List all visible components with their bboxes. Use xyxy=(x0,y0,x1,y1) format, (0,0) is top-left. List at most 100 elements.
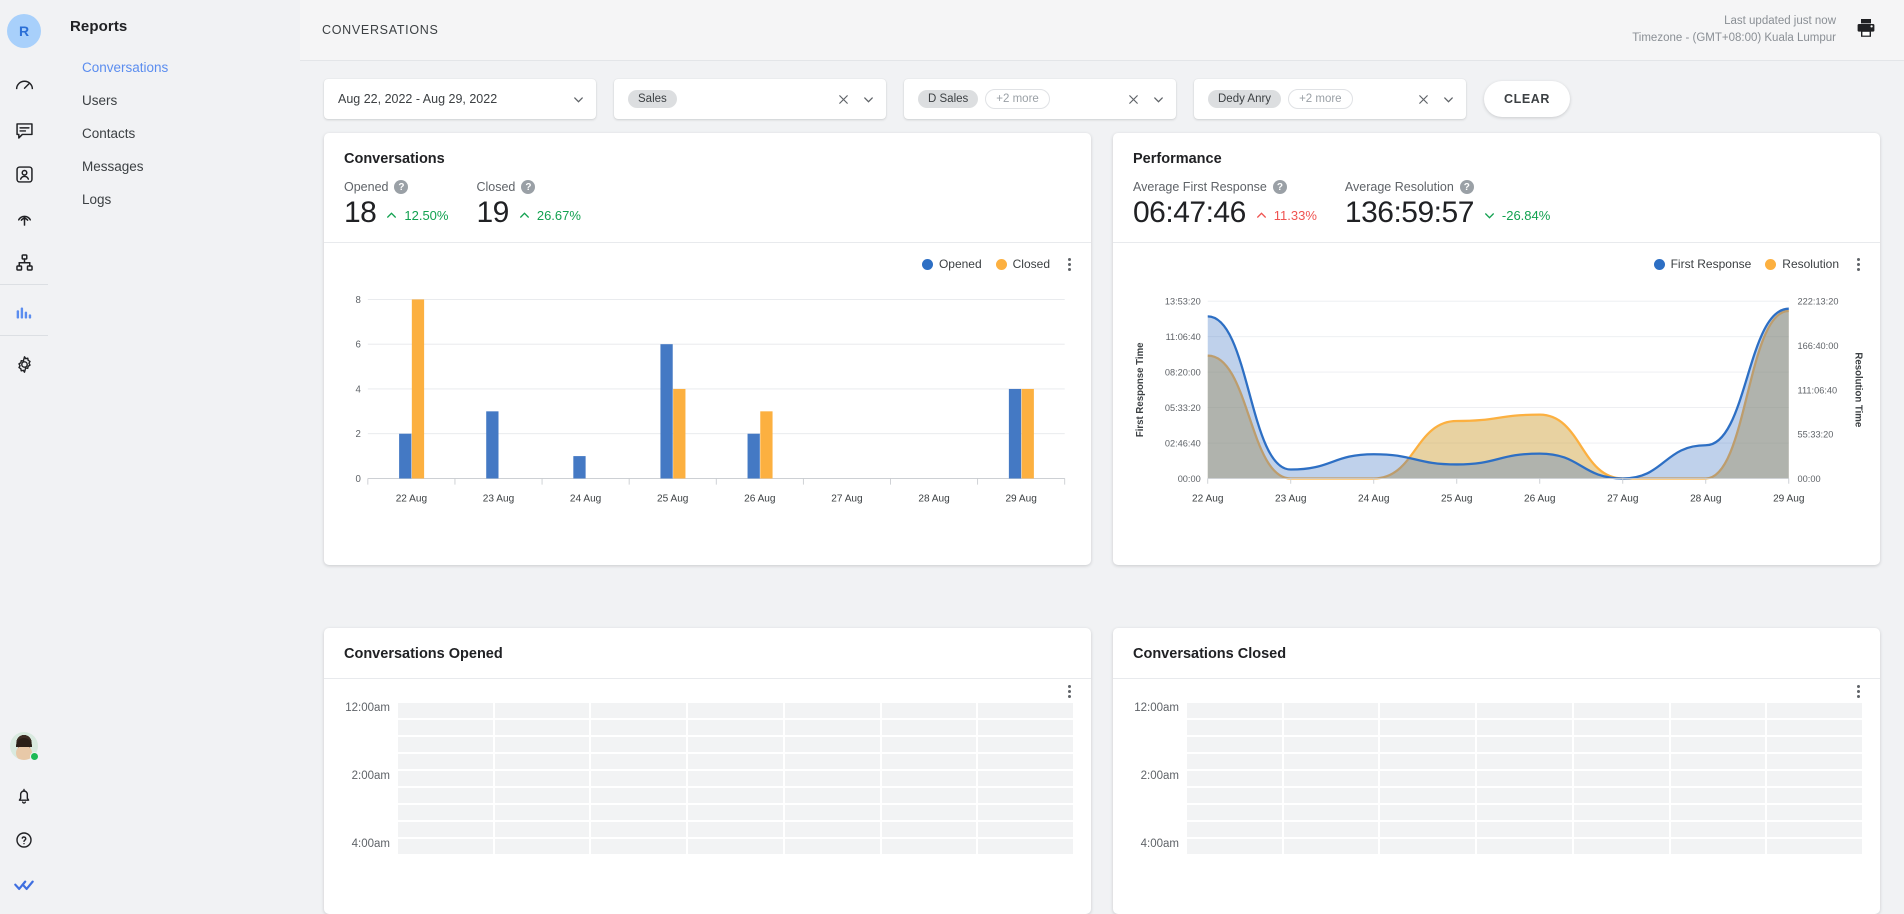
heatmap-cell[interactable] xyxy=(1573,771,1669,786)
heatmap-cell[interactable] xyxy=(1187,737,1282,752)
sidebar-item-logs[interactable]: Logs xyxy=(48,183,300,216)
sidebar-item-messages[interactable]: Messages xyxy=(48,150,300,183)
sidebar-item-conversations[interactable]: Conversations xyxy=(48,51,300,84)
heatmap-cell[interactable] xyxy=(1767,771,1862,786)
legend-item-closed[interactable]: Closed xyxy=(995,257,1050,271)
heatmap-cell[interactable] xyxy=(1380,720,1476,735)
printer-icon[interactable] xyxy=(1854,16,1878,45)
opened-heatmap-menu-icon[interactable] xyxy=(1068,685,1071,698)
clear-filters-button[interactable]: CLEAR xyxy=(1484,81,1571,117)
heatmap-cell[interactable] xyxy=(1573,703,1669,718)
heatmap-cell[interactable] xyxy=(881,720,977,735)
heatmap-cell[interactable] xyxy=(1477,805,1572,820)
heatmap-cell[interactable] xyxy=(1283,822,1379,837)
channel-filter[interactable]: Sales xyxy=(614,79,886,119)
heatmap-cell[interactable] xyxy=(1573,720,1669,735)
workflow-icon[interactable] xyxy=(0,240,48,284)
heatmap-cell[interactable] xyxy=(398,737,493,752)
heatmap-cell[interactable] xyxy=(978,754,1073,769)
chevron-down-icon[interactable] xyxy=(1441,92,1456,107)
heatmap-cell[interactable] xyxy=(1187,839,1282,854)
heatmap-cell[interactable] xyxy=(1573,822,1669,837)
chip-team[interactable]: D Sales xyxy=(918,90,979,108)
heatmap-cell[interactable] xyxy=(1573,788,1669,803)
heatmap-cell[interactable] xyxy=(978,822,1073,837)
heatmap-cell[interactable] xyxy=(1380,754,1476,769)
heatmap-cell[interactable] xyxy=(1380,839,1476,854)
close-icon[interactable] xyxy=(1416,92,1431,107)
heatmap-cell[interactable] xyxy=(881,771,977,786)
heatmap-cell[interactable] xyxy=(881,839,977,854)
heatmap-cell[interactable] xyxy=(1380,788,1476,803)
date-range-filter[interactable]: Aug 22, 2022 - Aug 29, 2022 xyxy=(324,79,596,119)
heatmap-cell[interactable] xyxy=(591,754,687,769)
heatmap-cell[interactable] xyxy=(398,788,493,803)
heatmap-cell[interactable] xyxy=(1767,754,1862,769)
heatmap-cell[interactable] xyxy=(494,839,590,854)
chip-agent[interactable]: Dedy Anry xyxy=(1208,90,1282,108)
heatmap-cell[interactable] xyxy=(1380,805,1476,820)
heatmap-cell[interactable] xyxy=(784,839,880,854)
heatmap-cell[interactable] xyxy=(398,771,493,786)
closed-heatmap-menu-icon[interactable] xyxy=(1857,685,1860,698)
heatmap-cell[interactable] xyxy=(688,805,783,820)
heatmap-cell[interactable] xyxy=(784,788,880,803)
heatmap-cell[interactable] xyxy=(494,703,590,718)
heatmap-cell[interactable] xyxy=(978,771,1073,786)
heatmap-cell[interactable] xyxy=(1283,703,1379,718)
heatmap-cell[interactable] xyxy=(1477,720,1572,735)
agent-filter[interactable]: Dedy Anry +2 more xyxy=(1194,79,1466,119)
area-chart-menu-icon[interactable] xyxy=(1857,257,1860,271)
heatmap-cell[interactable] xyxy=(1477,754,1572,769)
heatmap-cell[interactable] xyxy=(1573,737,1669,752)
heatmap-cell[interactable] xyxy=(784,720,880,735)
heatmap-cell[interactable] xyxy=(494,754,590,769)
heatmap-cell[interactable] xyxy=(1283,771,1379,786)
heatmap-cell[interactable] xyxy=(784,771,880,786)
bar-chart-menu-icon[interactable] xyxy=(1068,257,1071,271)
heatmap-cell[interactable] xyxy=(784,737,880,752)
close-icon[interactable] xyxy=(836,92,851,107)
help-tooltip-icon[interactable]: ? xyxy=(1272,180,1287,194)
heatmap-cell[interactable] xyxy=(1187,822,1282,837)
heatmap-cell[interactable] xyxy=(1767,720,1862,735)
heatmap-cell[interactable] xyxy=(1573,754,1669,769)
heatmap-cell[interactable] xyxy=(978,703,1073,718)
double-check-icon[interactable] xyxy=(0,862,48,906)
sidebar-item-users[interactable]: Users xyxy=(48,84,300,117)
heatmap-cell[interactable] xyxy=(591,771,687,786)
heatmap-cell[interactable] xyxy=(881,788,977,803)
avatar[interactable] xyxy=(10,732,39,761)
heatmap-cell[interactable] xyxy=(1670,839,1766,854)
heatmap-cell[interactable] xyxy=(1477,822,1572,837)
heatmap-cell[interactable] xyxy=(1477,771,1572,786)
heatmap-cell[interactable] xyxy=(1187,720,1282,735)
heatmap-cell[interactable] xyxy=(978,839,1073,854)
heatmap-cell[interactable] xyxy=(1283,839,1379,854)
sidebar-item-contacts[interactable]: Contacts xyxy=(48,117,300,150)
chip-team-more[interactable]: +2 more xyxy=(985,89,1050,109)
close-icon[interactable] xyxy=(1126,92,1141,107)
heatmap-cell[interactable] xyxy=(881,703,977,718)
heatmap-cell[interactable] xyxy=(398,720,493,735)
heatmap-cell[interactable] xyxy=(398,805,493,820)
conversations-chat-icon[interactable] xyxy=(0,108,48,152)
heatmap-cell[interactable] xyxy=(978,805,1073,820)
heatmap-cell[interactable] xyxy=(784,703,880,718)
heatmap-cell[interactable] xyxy=(688,737,783,752)
heatmap-cell[interactable] xyxy=(494,805,590,820)
heatmap-cell[interactable] xyxy=(398,822,493,837)
reports-bar-icon[interactable] xyxy=(0,291,48,335)
heatmap-cell[interactable] xyxy=(784,805,880,820)
heatmap-cell[interactable] xyxy=(1187,754,1282,769)
heatmap-cell[interactable] xyxy=(784,754,880,769)
heatmap-cell[interactable] xyxy=(1477,703,1572,718)
heatmap-cell[interactable] xyxy=(881,737,977,752)
chevron-down-icon[interactable] xyxy=(571,92,586,107)
heatmap-cell[interactable] xyxy=(1670,788,1766,803)
heatmap-cell[interactable] xyxy=(494,720,590,735)
heatmap-cell[interactable] xyxy=(688,788,783,803)
heatmap-cell[interactable] xyxy=(1573,805,1669,820)
workspace-logo[interactable]: R xyxy=(7,14,41,48)
heatmap-cell[interactable] xyxy=(1380,822,1476,837)
